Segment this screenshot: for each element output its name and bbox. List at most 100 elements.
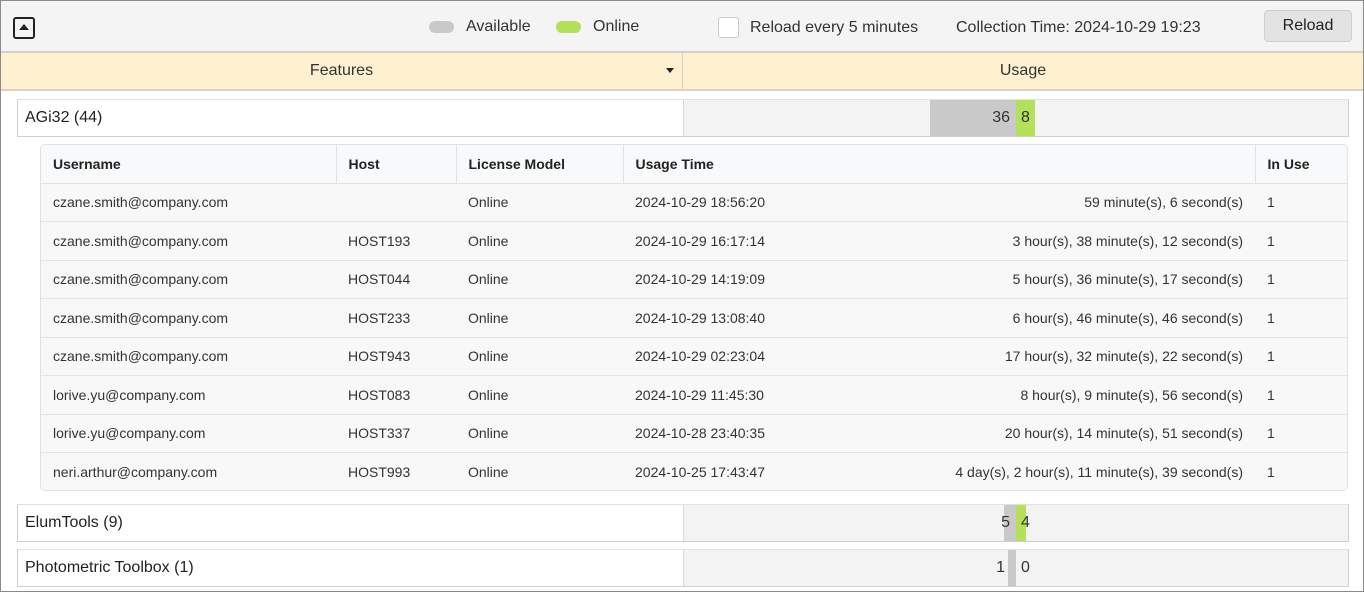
usage-bar: 5 4 xyxy=(684,505,1348,541)
table-row[interactable]: neri.arthur@company.com HOST993 Online 2024… xyxy=(41,452,1347,490)
usage-start-time: 2024-10-29 18:56:20 xyxy=(635,194,765,211)
usage-duration: 3 hour(s), 38 minute(s), 12 second(s) xyxy=(1012,232,1243,249)
cell-usage-start: 2024-10-28 23:40:35 20 hour(s), 14 minute… xyxy=(623,414,1255,453)
column-host[interactable]: Host xyxy=(336,145,457,184)
online-swatch-icon xyxy=(556,21,581,33)
cell-in-use: 1 xyxy=(1255,452,1347,490)
column-header: Features Usage xyxy=(1,53,1363,91)
cell-license-model: Online xyxy=(456,221,623,261)
usage-start-time: 2024-10-29 16:17:14 xyxy=(635,232,765,249)
reload-every-label[interactable]: Reload every 5 minutes xyxy=(750,19,918,37)
license-usage-panel: Available Online Reload every 5 minutes … xyxy=(0,0,1364,592)
features-column-header[interactable]: Features xyxy=(1,53,683,89)
collapse-up-icon[interactable] xyxy=(13,17,35,39)
usage-start-time: 2024-10-29 14:19:09 xyxy=(635,271,765,288)
cell-license-model: Online xyxy=(456,452,623,490)
column-usage-time[interactable]: Usage Time xyxy=(623,145,1256,184)
usage-start-time: 2024-10-29 11:45:30 xyxy=(635,386,764,403)
usage-start-time: 2024-10-28 23:40:35 xyxy=(635,425,765,442)
cell-in-use: 1 xyxy=(1255,183,1347,222)
cell-in-use: 1 xyxy=(1255,375,1347,415)
bar-available: 36 xyxy=(929,100,1016,136)
cell-license-model: Online xyxy=(456,183,623,222)
feature-name: AGi32 (44) xyxy=(18,100,684,136)
available-swatch-icon xyxy=(429,21,454,33)
usage-start-time: 2024-10-25 17:43:47 xyxy=(635,464,765,480)
legend-online: Online xyxy=(556,18,639,36)
cell-username: czane.smith@company.com xyxy=(41,298,336,338)
cell-in-use: 1 xyxy=(1255,414,1347,453)
cell-username: lorive.yu@company.com xyxy=(41,414,336,453)
table-row[interactable]: czane.smith@company.com HOST233 Online 2024… xyxy=(41,298,1347,338)
column-in-use[interactable]: In Use xyxy=(1255,145,1347,184)
table-row[interactable]: czane.smith@company.com HOST943 Online 2024… xyxy=(41,337,1347,376)
usage-bar: 1 0 xyxy=(684,550,1348,586)
bar-available-label: 1 xyxy=(996,559,1005,576)
legend-available: Available xyxy=(429,18,531,36)
reload-button[interactable]: Reload xyxy=(1264,10,1352,42)
table-row[interactable]: czane.smith@company.com HOST044 Online 2024… xyxy=(41,260,1347,299)
table-row[interactable]: czane.smith@company.com HOST193 Online 2024… xyxy=(41,221,1347,261)
legend-available-label: Available xyxy=(466,18,531,35)
cell-host: HOST233 xyxy=(336,298,456,338)
caret-down-icon[interactable] xyxy=(666,68,674,73)
toolbar: Available Online Reload every 5 minutes … xyxy=(1,1,1363,53)
cell-host: HOST337 xyxy=(336,414,456,453)
cell-license-model: Online xyxy=(456,298,623,338)
usage-header-label: Usage xyxy=(999,62,1047,79)
bar-available: 5 xyxy=(1001,505,1016,541)
table-row[interactable]: lorive.yu@company.com HOST337 Online 2024-1… xyxy=(41,414,1347,453)
cell-host: HOST083 xyxy=(336,375,456,415)
cell-usage-start: 2024-10-29 16:17:14 3 hour(s), 38 minute(… xyxy=(623,221,1255,261)
collection-time: Collection Time: 2024-10-29 19:23 xyxy=(956,19,1201,36)
bar-online-label: 0 xyxy=(1021,559,1030,576)
cell-license-model: Online xyxy=(456,337,623,376)
cell-usage-start: 2024-10-29 13:08:40 6 hour(s), 46 minute(… xyxy=(623,298,1255,338)
usage-column-header: Usage xyxy=(683,53,1363,89)
column-username[interactable]: Username xyxy=(41,145,337,184)
cell-username: czane.smith@company.com xyxy=(41,337,336,376)
usage-duration: 17 hour(s), 32 minute(s), 22 second(s) xyxy=(1004,348,1243,365)
column-license-model[interactable]: License Model xyxy=(456,145,624,184)
feature-name: Photometric Toolbox (1) xyxy=(18,550,684,586)
usage-start-time: 2024-10-29 13:08:40 xyxy=(635,309,765,326)
cell-license-model: Online xyxy=(456,414,623,453)
cell-license-model: Online xyxy=(456,260,623,299)
cell-usage-start: 2024-10-29 14:19:09 5 hour(s), 36 minute(… xyxy=(623,260,1255,299)
feature-row-elumtools[interactable]: ElumTools (9) 5 4 xyxy=(17,504,1349,542)
cell-license-model: Online xyxy=(456,375,623,415)
bar-online: 8 xyxy=(1016,100,1036,136)
cell-host: HOST993 xyxy=(336,452,456,490)
cell-host: HOST943 xyxy=(336,337,456,376)
reload-every-checkbox[interactable] xyxy=(718,17,739,38)
cell-in-use: 1 xyxy=(1255,298,1347,338)
cell-in-use: 1 xyxy=(1255,337,1347,376)
cell-usage-start: 2024-10-29 11:45:30 8 hour(s), 9 minute(s… xyxy=(623,375,1255,415)
usage-duration: 59 minute(s), 6 second(s) xyxy=(1084,194,1243,211)
usage-duration: 4 day(s), 2 hour(s), 11 minute(s), 39 se… xyxy=(955,464,1243,480)
usage-duration: 6 hour(s), 46 minute(s), 46 second(s) xyxy=(1012,309,1243,326)
cell-username: neri.arthur@company.com xyxy=(41,452,336,490)
table-header-row: Username Host License Model Usage Time I… xyxy=(41,145,1347,184)
cell-host xyxy=(336,183,456,222)
usage-duration: 8 hour(s), 9 minute(s), 56 second(s) xyxy=(1020,386,1243,403)
cell-host: HOST044 xyxy=(336,260,456,299)
table-row[interactable]: lorive.yu@company.com HOST083 Online 2024-1… xyxy=(41,375,1347,415)
usage-duration: 5 hour(s), 36 minute(s), 17 second(s) xyxy=(1012,271,1243,288)
table-row[interactable]: czane.smith@company.com Online 2024-10-29 … xyxy=(41,183,1347,222)
cell-host: HOST193 xyxy=(336,221,456,261)
legend-online-label: Online xyxy=(593,18,640,35)
features-header-label: Features xyxy=(309,62,374,79)
usage-start-time: 2024-10-29 02:23:04 xyxy=(635,348,765,365)
cell-username: czane.smith@company.com xyxy=(41,221,336,261)
feature-name: ElumTools (9) xyxy=(18,505,684,541)
cell-in-use: 1 xyxy=(1255,221,1347,261)
cell-username: czane.smith@company.com xyxy=(41,183,336,222)
bar-online: 4 xyxy=(1016,505,1030,541)
bar-available xyxy=(1008,550,1016,586)
usage-duration: 20 hour(s), 14 minute(s), 51 second(s) xyxy=(1004,425,1243,442)
cell-username: czane.smith@company.com xyxy=(41,260,336,299)
feature-row-agi32[interactable]: AGi32 (44) 36 8 xyxy=(17,99,1349,137)
usage-detail-table: Username Host License Model Usage Time I… xyxy=(40,144,1348,491)
feature-row-photometric-toolbox[interactable]: Photometric Toolbox (1) 1 0 xyxy=(17,549,1349,587)
